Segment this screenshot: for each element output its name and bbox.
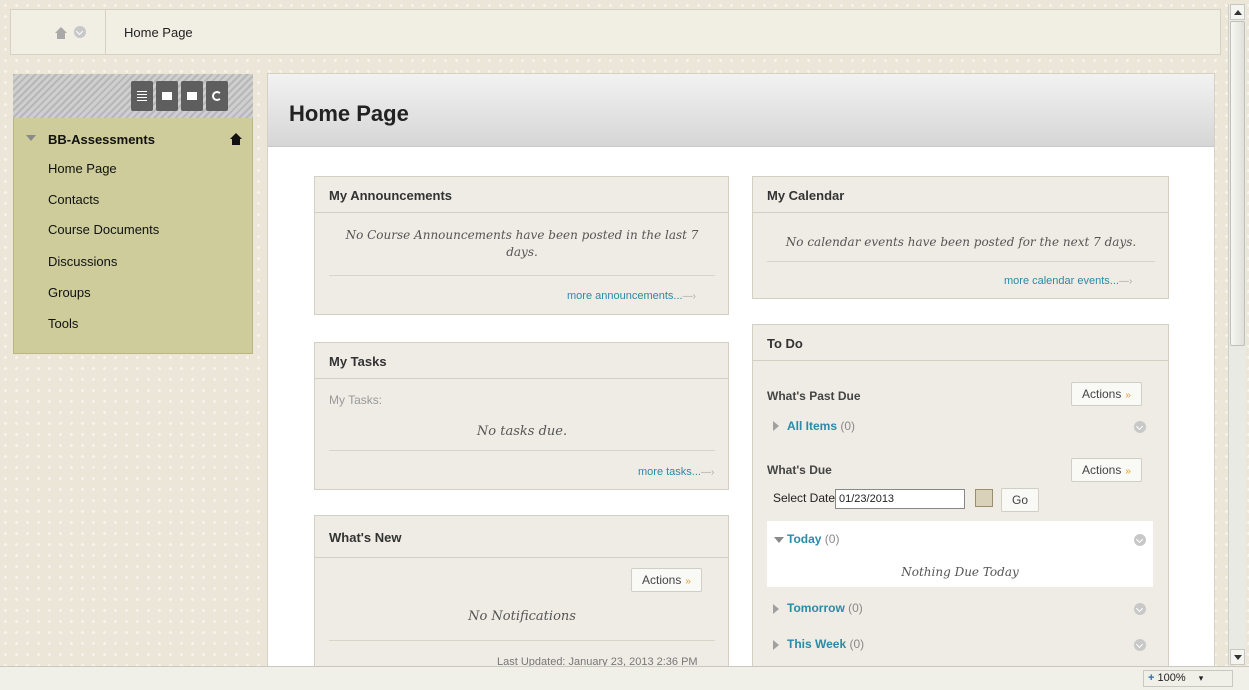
chevron-down-icon[interactable]: ▾ xyxy=(1199,673,1204,683)
arrow-right-icon: —› xyxy=(682,291,696,302)
scroll-down-icon[interactable] xyxy=(1230,649,1245,665)
more-announcements-link[interactable]: more announcements...—› xyxy=(567,290,696,302)
status-bar: + 100% ▾ xyxy=(0,666,1249,690)
today-label[interactable]: Today xyxy=(787,532,821,546)
chevron-down-icon[interactable] xyxy=(1134,639,1146,651)
zoom-control[interactable]: + 100% ▾ xyxy=(1143,670,1233,687)
today-link[interactable]: Today (0) xyxy=(787,532,839,546)
actions-label[interactable]: Actions xyxy=(1082,387,1121,401)
whats-due-actions-button[interactable]: Actions » xyxy=(1071,458,1142,482)
scroll-up-icon[interactable] xyxy=(1230,4,1245,20)
list-view-icon[interactable] xyxy=(131,81,153,111)
content-area: Home Page My Announcements No Course Ann… xyxy=(267,73,1215,689)
tasks-label: My Tasks: xyxy=(329,393,383,407)
home-icon[interactable] xyxy=(55,27,67,39)
menu-item-discussions[interactable]: Discussions xyxy=(48,254,117,269)
tomorrow-label[interactable]: Tomorrow xyxy=(787,601,845,615)
menu-item-course-documents[interactable]: Course Documents xyxy=(48,222,159,237)
more-tasks-label[interactable]: more tasks... xyxy=(638,466,701,478)
refresh-icon[interactable] xyxy=(206,81,228,111)
tasks-module: My Tasks My Tasks: No tasks due. more ta… xyxy=(314,342,729,490)
menu-item-home-page[interactable]: Home Page xyxy=(48,161,117,176)
this-week-count: (0) xyxy=(849,637,865,651)
course-menu-toolbar xyxy=(13,74,253,118)
menu-item-tools[interactable]: Tools xyxy=(48,316,78,331)
more-calendar-events-link[interactable]: more calendar events...—› xyxy=(1004,275,1132,287)
past-due-label: What's Past Due xyxy=(767,389,861,403)
zoom-icon: + xyxy=(1148,672,1155,684)
arrow-right-icon: —› xyxy=(1118,276,1133,287)
more-announcements-label[interactable]: more announcements... xyxy=(567,290,683,302)
arrow-right-icon: —› xyxy=(700,467,715,478)
double-chevron-down-icon: » xyxy=(685,576,691,587)
more-tasks-link[interactable]: more tasks...—› xyxy=(638,466,714,478)
date-field[interactable]: 01/23/2013 xyxy=(835,489,965,509)
chevron-down-icon[interactable] xyxy=(74,26,86,38)
course-menu: BB-Assessments Home Page Contacts Course… xyxy=(13,74,253,354)
todo-module: To Do What's Past Due Actions » All Items… xyxy=(752,324,1169,688)
whats-due-label: What's Due xyxy=(767,463,832,477)
all-items-count: (0) xyxy=(840,419,856,433)
page-title: Home Page xyxy=(289,101,409,126)
today-count: (0) xyxy=(824,532,840,546)
calendar-module: My Calendar No calendar events have been… xyxy=(752,176,1169,299)
collapse-icon[interactable] xyxy=(26,135,36,141)
double-chevron-down-icon: » xyxy=(1125,466,1131,477)
double-chevron-down-icon: » xyxy=(1125,390,1131,401)
this-week-link[interactable]: This Week (0) xyxy=(787,637,864,651)
tomorrow-link[interactable]: Tomorrow (0) xyxy=(787,601,863,615)
tomorrow-count: (0) xyxy=(848,601,863,615)
collapse-icon[interactable] xyxy=(774,537,784,543)
whats-new-message: No Notifications xyxy=(468,609,576,624)
tasks-message: No tasks due. xyxy=(476,424,568,439)
zoom-level: 100% xyxy=(1157,672,1186,684)
breadcrumb-current: Home Page xyxy=(124,25,193,40)
announcements-module: My Announcements No Course Announcements… xyxy=(314,176,729,315)
all-items-link[interactable]: All Items (0) xyxy=(787,419,855,433)
announcements-title[interactable]: My Announcements xyxy=(315,177,728,213)
today-section: Today (0) Nothing Due Today xyxy=(767,521,1153,587)
go-button[interactable]: Go xyxy=(1001,488,1040,512)
folder-view-icon[interactable] xyxy=(156,81,178,111)
select-date-label: Select Date: xyxy=(773,491,839,505)
more-calendar-events-label[interactable]: more calendar events... xyxy=(1004,275,1119,287)
tasks-title[interactable]: My Tasks xyxy=(315,343,728,379)
breadcrumb: Home Page xyxy=(10,9,1221,55)
expand-icon[interactable] xyxy=(773,604,779,614)
past-due-actions-button[interactable]: Actions » xyxy=(1071,382,1142,406)
whats-new-module: What's New Actions» No Notifications Las… xyxy=(314,515,729,688)
scrollbar-thumb[interactable] xyxy=(1230,21,1245,346)
todo-title[interactable]: To Do xyxy=(753,325,1168,361)
menu-item-contacts[interactable]: Contacts xyxy=(48,192,99,207)
chevron-down-icon[interactable] xyxy=(1134,534,1146,546)
whats-new-actions-button[interactable]: Actions » xyxy=(631,568,702,592)
actions-label[interactable]: Actions xyxy=(1082,463,1121,477)
chevron-down-icon[interactable] xyxy=(1134,421,1146,433)
menu-item-groups[interactable]: Groups xyxy=(48,285,91,300)
course-home-icon xyxy=(230,133,242,145)
expand-icon[interactable] xyxy=(773,640,779,650)
expand-icon[interactable] xyxy=(773,421,779,431)
announcements-message: No Course Announcements have been posted… xyxy=(345,228,699,259)
page-header: Home Page xyxy=(268,74,1214,147)
calendar-picker-icon[interactable] xyxy=(975,489,993,507)
this-week-label[interactable]: This Week xyxy=(787,637,846,651)
all-items-label[interactable]: All Items xyxy=(787,419,837,433)
course-menu-title[interactable]: BB-Assessments xyxy=(48,132,155,147)
chevron-down-icon[interactable] xyxy=(1134,603,1146,615)
actions-label[interactable]: Actions xyxy=(642,573,681,587)
whats-new-title[interactable]: What's New xyxy=(315,516,728,558)
window-icon[interactable] xyxy=(181,81,203,111)
calendar-message: No calendar events have been posted for … xyxy=(785,235,1137,249)
breadcrumb-home-box[interactable] xyxy=(11,10,106,54)
vertical-scrollbar[interactable] xyxy=(1228,4,1246,665)
calendar-title[interactable]: My Calendar xyxy=(753,177,1168,213)
course-menu-body: BB-Assessments Home Page Contacts Course… xyxy=(13,118,253,354)
today-message: Nothing Due Today xyxy=(901,565,1019,579)
